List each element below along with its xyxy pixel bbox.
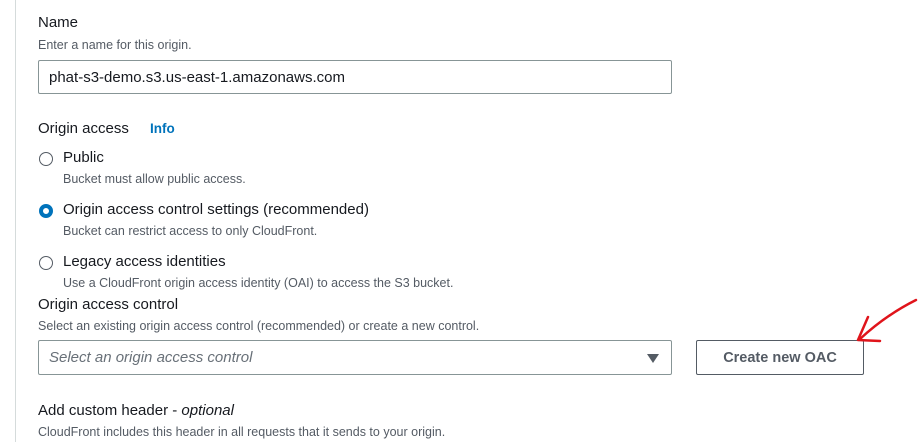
annotation-arrow-icon [856,298,918,343]
